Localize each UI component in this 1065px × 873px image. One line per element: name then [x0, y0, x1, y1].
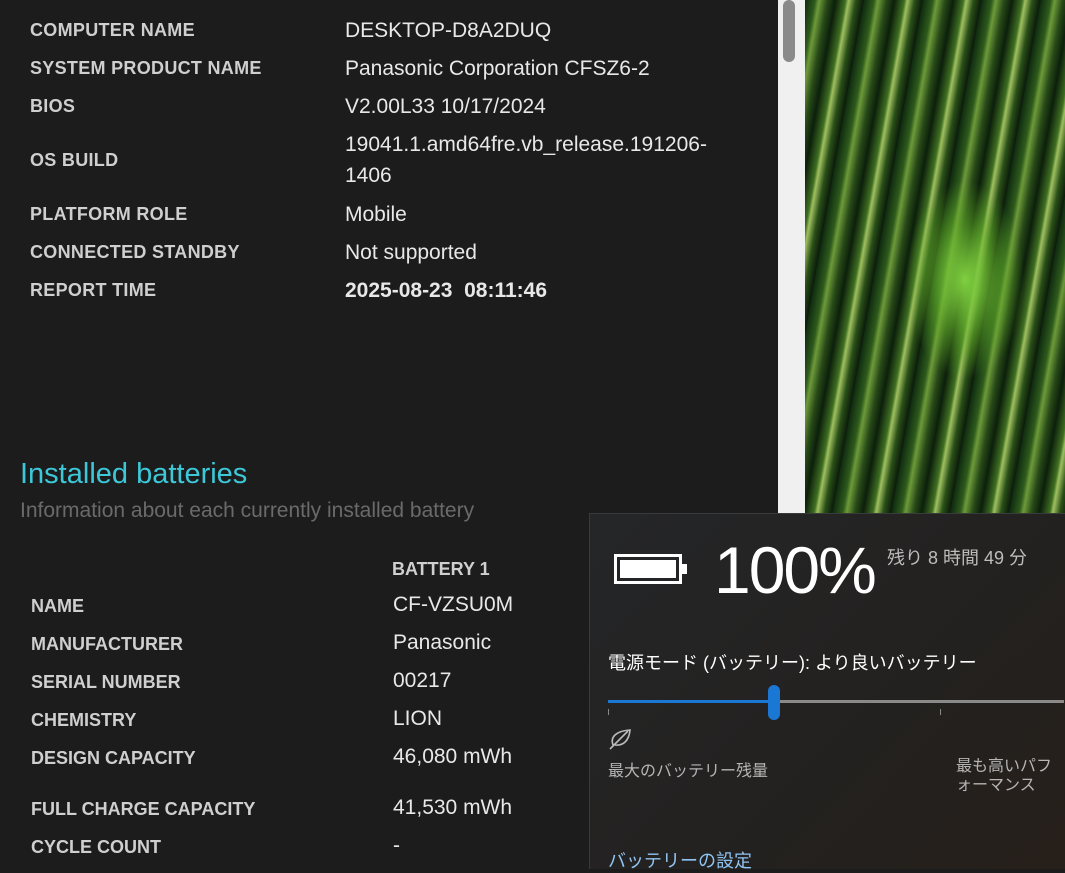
battery-percent: 100%: [714, 533, 877, 607]
info-label: PLATFORM ROLE: [30, 204, 188, 224]
battery-value: Panasonic: [393, 631, 492, 654]
info-value: Panasonic Corporation CFSZ6-2: [345, 57, 650, 80]
scrollbar-thumb[interactable]: [783, 0, 795, 62]
info-value: 2025-08-23 08:11:46: [345, 279, 547, 302]
slider-max-label: 最も高いパフォーマンス: [956, 758, 1053, 794]
scrollbar[interactable]: [778, 0, 805, 513]
battery-value: 46,080 mWh: [393, 745, 513, 768]
info-value: Not supported: [345, 241, 477, 264]
battery-label: CHEMISTRY: [31, 710, 137, 730]
battery-value: LION: [393, 707, 443, 730]
info-value: V2.00L33 10/17/2024: [345, 95, 546, 118]
battery-value: -: [393, 834, 400, 857]
battery-label: MANUFACTURER: [31, 634, 183, 654]
battery-label: CYCLE COUNT: [31, 837, 161, 857]
slider-tick: [940, 709, 941, 715]
wallpaper-light: [905, 180, 1025, 380]
info-label: CONNECTED STANDBY: [30, 242, 240, 262]
battery-flyout: 100% 残り 8 時間 49 分 電源モード (バッテリー): より良いバッテ…: [589, 513, 1065, 871]
battery-settings-link[interactable]: バッテリーの設定: [608, 847, 752, 873]
info-label: BIOS: [30, 96, 76, 116]
section-title: Installed batteries: [20, 458, 248, 490]
battery-value: 00217: [393, 669, 452, 692]
battery-label: NAME: [31, 596, 84, 616]
battery-label: DESIGN CAPACITY: [31, 748, 196, 768]
battery-value: CF-VZSU0M: [393, 593, 514, 616]
leaf-icon: [609, 729, 631, 750]
section-subtitle: Information about each currently install…: [20, 499, 475, 522]
info-value-cont: 1406: [345, 164, 392, 187]
info-value: 19041.1.amd64fre.vb_release.191206-: [345, 133, 707, 156]
slider-thumb[interactable]: [767, 685, 780, 720]
info-label: OS BUILD: [30, 150, 119, 170]
info-label: COMPUTER NAME: [30, 20, 195, 40]
time-remaining: 残り 8 時間 49 分: [887, 548, 1028, 568]
info-value: Mobile: [345, 203, 407, 226]
battery-terminal-icon: [682, 564, 687, 574]
battery-label: SERIAL NUMBER: [31, 672, 181, 692]
slider-fill: [608, 700, 774, 703]
slider-min-label: 最大のバッテリー残量: [608, 763, 769, 780]
info-label: REPORT TIME: [30, 280, 157, 300]
info-label: SYSTEM PRODUCT NAME: [30, 58, 262, 78]
battery-label: FULL CHARGE CAPACITY: [31, 799, 256, 819]
slider-tick: [608, 709, 609, 715]
info-value: DESKTOP-D8A2DUQ: [345, 19, 552, 42]
battery-column-header: BATTERY 1: [392, 559, 490, 579]
battery-full-icon: [614, 554, 682, 584]
power-mode-label: 電源モード (バッテリー): より良いバッテリー: [608, 653, 977, 673]
battery-value: 41,530 mWh: [393, 796, 513, 819]
